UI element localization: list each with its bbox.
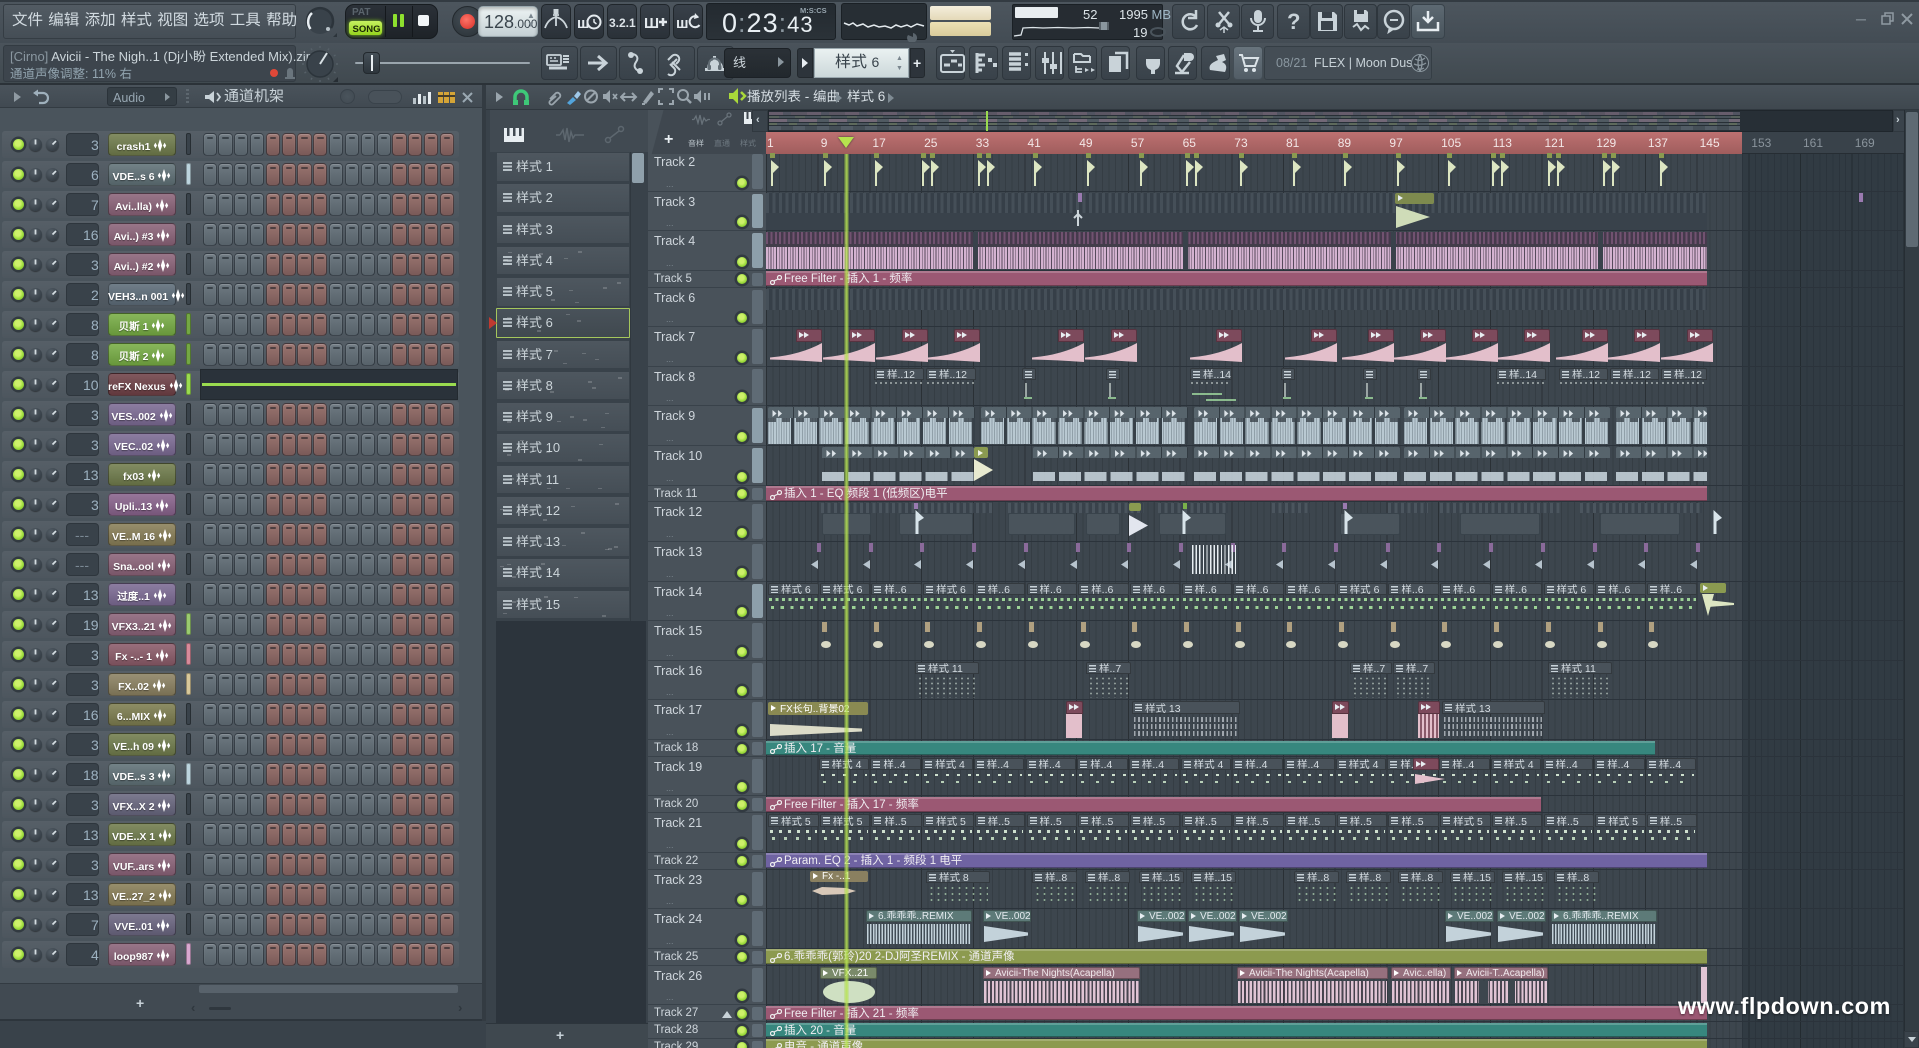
svg-text:?: ? — [1287, 9, 1300, 34]
svg-text:3.2.1: 3.2.1 — [609, 16, 636, 30]
svg-text:ш: ш — [676, 15, 689, 32]
svg-text:Ш: Ш — [644, 15, 659, 32]
